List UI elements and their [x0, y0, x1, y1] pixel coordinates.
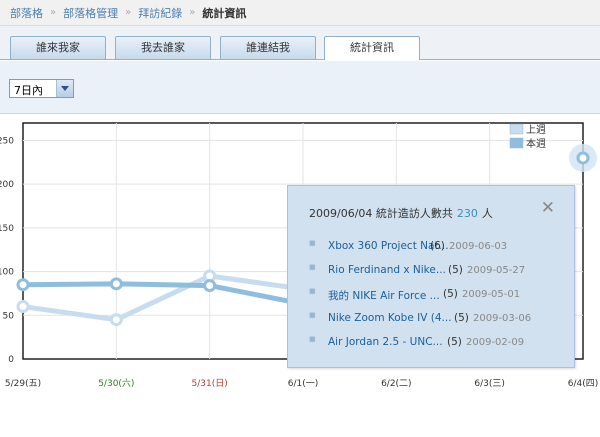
post-visit-count: (5) [443, 288, 458, 300]
popup-title: 2009/06/04 統計造訪人數共 230 人 [309, 205, 493, 221]
post-title-link[interactable]: Nike Zoom Kobe IV (4... [328, 312, 452, 324]
x-tick-label: 6/1(一) [288, 379, 319, 389]
post-title-link[interactable]: Rio Ferdinand x Nike... [328, 264, 446, 276]
bullet-icon: ■ [309, 239, 316, 247]
tab-bar: 誰來我家 我去誰家 誰連結我 統計資訊 [0, 26, 600, 60]
bullet-icon: ■ [309, 335, 316, 343]
breadcrumb-separator-icon: » [189, 7, 196, 18]
breadcrumb-separator-icon: » [50, 7, 57, 18]
legend-swatch [509, 123, 524, 135]
y-tick-label: 100 [0, 268, 14, 278]
popup-visit-count: 230 [456, 207, 478, 220]
close-icon[interactable]: ✕ [541, 200, 555, 217]
tab-who-links-me[interactable]: 誰連結我 [220, 36, 316, 59]
legend-swatch [509, 137, 524, 149]
x-tick-label: 5/30(六) [98, 377, 134, 389]
legend-label: 本週 [526, 137, 546, 150]
date-range-value: 7日內 [14, 84, 43, 97]
x-tick-label: 6/2(二) [381, 379, 412, 389]
breadcrumb-blog-link[interactable]: 部落格 [10, 5, 43, 21]
filter-bar: 7日內 [0, 61, 600, 114]
tab-baseline [0, 59, 600, 60]
post-visit-count: (5) [448, 264, 463, 276]
x-tick-label: 6/4(四) [568, 379, 599, 389]
breadcrumb-blog-admin-link[interactable]: 部落格管理 [63, 5, 118, 21]
post-title-link[interactable]: 我的 NIKE Air Force ... [328, 288, 440, 303]
tab-statistics[interactable]: 統計資訊 [324, 36, 420, 60]
post-visit-count: (6) [430, 240, 445, 252]
post-visit-count: (5) [447, 336, 462, 348]
date-range-select[interactable]: 7日內 [9, 79, 74, 98]
data-point [203, 279, 217, 293]
breadcrumb-separator-icon: » [125, 7, 132, 18]
post-date: 2009-03-06 [473, 313, 532, 324]
bullet-icon: ■ [309, 287, 316, 295]
post-date: 2009-05-27 [467, 265, 526, 276]
bullet-icon: ■ [309, 263, 316, 271]
post-date: 2009-05-01 [462, 289, 521, 300]
bullet-icon: ■ [309, 311, 316, 319]
data-point [109, 313, 123, 327]
data-point [16, 300, 30, 314]
x-tick-label: 6/3(三) [474, 379, 505, 389]
breadcrumb-current: 統計資訊 [202, 6, 247, 20]
breadcrumb: 部落格 » 部落格管理 » 拜訪紀錄 » 統計資訊 [0, 0, 600, 26]
data-point [109, 277, 123, 291]
chevron-down-icon[interactable] [56, 80, 73, 97]
y-tick-label: 50 [3, 311, 15, 321]
data-point [576, 151, 590, 165]
data-point [16, 278, 30, 292]
post-date: 2009-02-09 [466, 337, 525, 348]
post-date: 2009-06-03 [449, 241, 508, 252]
x-tick-label: 5/31(日) [192, 378, 228, 389]
post-visit-count: (5) [454, 312, 469, 324]
post-title-link[interactable]: Air Jordan 2.5 - UNC... [328, 336, 443, 348]
y-tick-label: 250 [0, 136, 14, 146]
popup-unit: 人 [481, 207, 493, 220]
day-detail-popup: 2009/06/04 統計造訪人數共 230 人 ✕ ■ Xbox 360 Proj… [287, 185, 575, 368]
y-tick-label: 200 [0, 180, 14, 190]
tab-who-visited-me[interactable]: 誰來我家 [10, 36, 106, 59]
y-tick-label: 0 [8, 355, 14, 365]
x-tick-label: 5/29(五) [5, 379, 41, 389]
y-tick-label: 150 [0, 224, 14, 234]
breadcrumb-visit-log-link[interactable]: 拜訪紀錄 [138, 5, 182, 21]
tab-who-i-visited[interactable]: 我去誰家 [115, 36, 211, 59]
legend-label: 上週 [526, 124, 546, 136]
popup-title-text: 2009/06/04 統計造訪人數共 [309, 207, 453, 220]
